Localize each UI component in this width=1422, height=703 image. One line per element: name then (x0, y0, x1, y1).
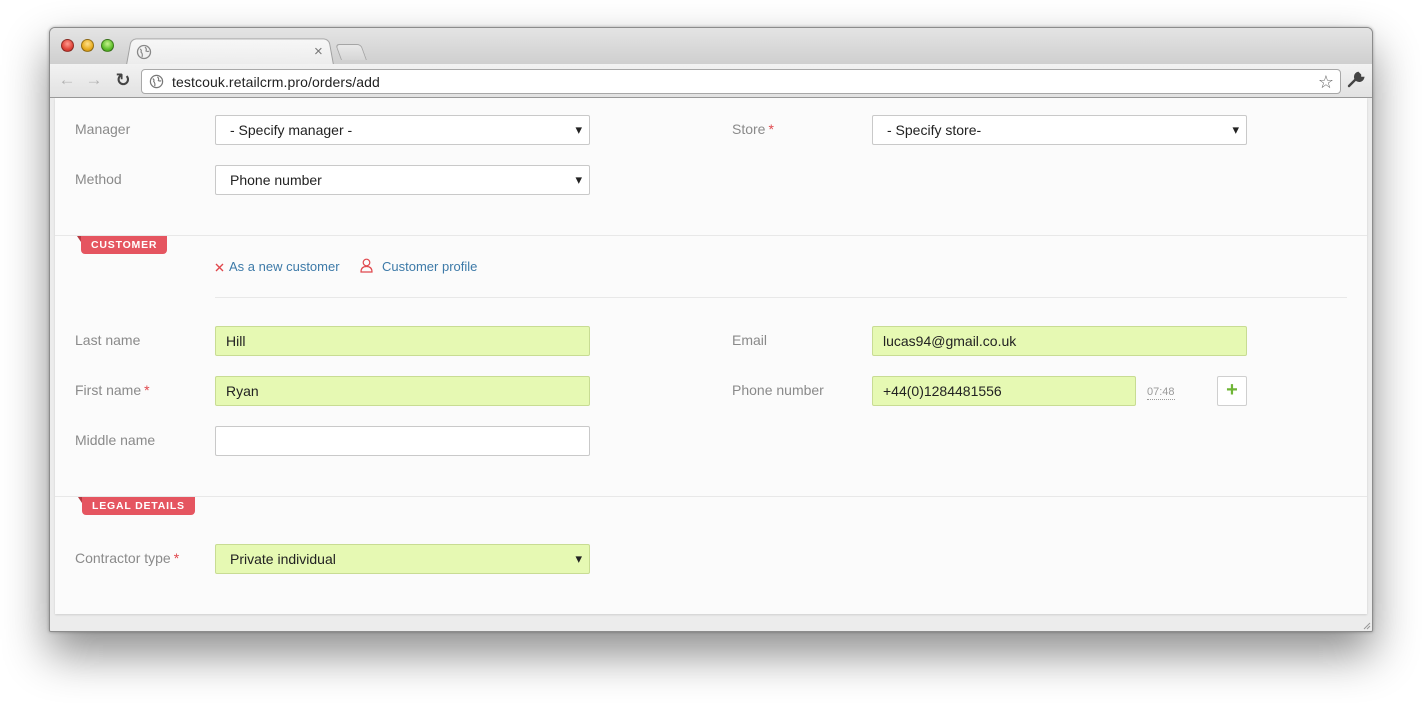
manager-select-value: - Specify manager - (230, 122, 353, 138)
close-window-button[interactable] (61, 39, 74, 52)
method-label: Method (75, 171, 122, 187)
minimize-window-button[interactable] (81, 39, 94, 52)
browser-tab-content: × (134, 41, 334, 65)
manager-select[interactable]: - Specify manager - (215, 115, 590, 145)
phone-value: +44(0)1284481556 (883, 383, 1002, 399)
star-icon[interactable]: ☆ (1318, 71, 1334, 93)
globe-icon (136, 44, 152, 60)
globe-icon (149, 74, 164, 89)
add-phone-button[interactable]: + (1217, 376, 1247, 406)
customer-profile-link[interactable]: Customer profile (382, 259, 477, 274)
middle-name-label: Middle name (75, 432, 156, 448)
store-select-value: - Specify store- (887, 122, 982, 138)
title-bar: × (50, 28, 1372, 65)
legal-details-section-badge: LEGAL DETAILS (78, 497, 195, 515)
user-icon (360, 258, 373, 273)
store-label: Store * (732, 121, 774, 137)
phone-input[interactable]: +44(0)1284481556 (872, 376, 1136, 406)
new-tab-button[interactable] (335, 44, 367, 60)
address-url: testcouk.retailcrm.pro/orders/add (172, 74, 380, 90)
first-name-label: First name * (75, 382, 150, 398)
last-name-label: Last name (75, 332, 141, 348)
page-viewport: Manager - Specify manager - Store* - Spe… (50, 98, 1372, 631)
zoom-window-button[interactable] (101, 39, 114, 52)
order-form: Manager - Specify manager - Store* - Spe… (55, 98, 1367, 614)
email-input[interactable]: lucas94@gmail.co.uk (872, 326, 1247, 356)
customer-section-badge: CUSTOMER (76, 236, 168, 254)
phone-local-time: 07:48 (1147, 386, 1175, 400)
back-arrow-icon[interactable]: ← (56, 69, 78, 91)
browser-toolbar: ← → ↻ testcouk.retailcrm.pro/orders/add … (50, 64, 1372, 98)
browser-window: × ← → ↻ testcouk.retailcrm.pro/orders/ad… (49, 27, 1373, 632)
required-marker: * (144, 382, 150, 398)
customer-divider (215, 297, 1347, 298)
close-icon (215, 263, 224, 272)
method-select[interactable]: Phone number (215, 165, 590, 195)
first-name-input[interactable]: Ryan (215, 376, 590, 406)
close-tab-icon[interactable]: × (314, 42, 323, 62)
address-bar[interactable]: testcouk.retailcrm.pro/orders/add ☆ (141, 69, 1341, 94)
phone-label: Phone number (732, 382, 824, 398)
new-customer-link[interactable]: As a new customer (229, 259, 340, 274)
manager-label: Manager (75, 121, 131, 137)
required-marker: * (768, 121, 774, 137)
method-select-value: Phone number (230, 172, 322, 188)
section-divider (55, 496, 1367, 497)
reload-icon[interactable]: ↻ (112, 69, 134, 91)
resize-grip-icon[interactable] (1361, 620, 1371, 630)
email-value: lucas94@gmail.co.uk (883, 333, 1017, 349)
forward-arrow-icon[interactable]: → (83, 69, 105, 91)
middle-name-input[interactable] (215, 426, 590, 456)
first-name-value: Ryan (226, 383, 259, 399)
wrench-icon[interactable] (1346, 70, 1366, 90)
last-name-input[interactable]: Hill (215, 326, 590, 356)
store-select[interactable]: - Specify store- (872, 115, 1247, 145)
contractor-type-select[interactable]: Private individual (215, 544, 590, 574)
section-divider (55, 235, 1367, 236)
email-label: Email (732, 332, 768, 348)
required-marker: * (173, 550, 180, 566)
last-name-value: Hill (226, 333, 246, 349)
contractor-type-value: Private individual (230, 551, 336, 567)
contractor-type-label: Contractor type * (75, 550, 180, 566)
